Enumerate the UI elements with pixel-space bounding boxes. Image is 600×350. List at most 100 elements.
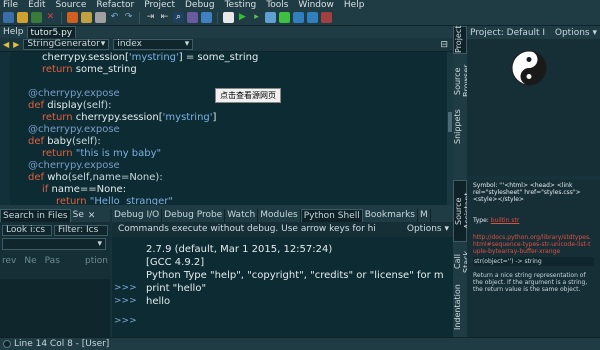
tab-source-assistant[interactable]: Source Assistant (453, 180, 472, 242)
tab-tutor5[interactable]: tutor5.py (26, 26, 77, 38)
tab-m[interactable]: M (418, 209, 431, 222)
tab-project[interactable]: Project (453, 26, 467, 54)
cut-icon[interactable] (67, 12, 78, 23)
forward-arrow-icon[interactable]: ▶ (13, 40, 19, 49)
search-icon[interactable]: ⌕ (173, 12, 184, 23)
tab-snippets[interactable]: Snippets (453, 108, 467, 146)
source-assistant-panel: Symbol: '''<html> <head> <link rel="styl… (467, 180, 600, 337)
options-menu[interactable]: Options ▾ (407, 224, 449, 234)
code-token: ] (212, 112, 217, 123)
tab-call-stack[interactable]: Call Stack (453, 244, 471, 280)
close-icon[interactable]: ✕ (45, 12, 56, 23)
indent-icon[interactable]: ⇥ (145, 12, 156, 23)
menu-window[interactable]: Window (298, 0, 334, 10)
toolbar-separator (61, 11, 62, 24)
signature: str(object='') -> string (473, 257, 594, 266)
tool-panel-tabs: Debug I/O Debug Probe Watch Modules Python S… (112, 209, 453, 222)
open-folder-icon[interactable] (17, 12, 28, 23)
chevron-down-icon: ▾ (97, 238, 102, 249)
menu-file[interactable]: File (3, 0, 18, 10)
menu-debug[interactable]: Debug (185, 0, 215, 10)
project-options[interactable]: Options ▾ (555, 28, 597, 38)
code-token: display (47, 100, 83, 111)
redo-icon[interactable]: ↷ (123, 12, 134, 23)
code-token: def (28, 136, 48, 147)
code-line: def baby(self): (14, 136, 444, 148)
previous-button[interactable]: rev (2, 256, 16, 266)
menu-tools[interactable]: Tools (266, 0, 288, 10)
menu-source[interactable]: Source (56, 0, 87, 10)
close-icon[interactable]: ✕ (88, 211, 96, 221)
tab-search-in-files[interactable]: Search in Files (0, 209, 71, 222)
outdent-icon[interactable]: ⇤ (159, 12, 170, 23)
status-bar: Line 14 Col 8 - [User] (0, 337, 600, 350)
debug-icon[interactable]: ▸ (251, 12, 262, 23)
tab-modules[interactable]: Modules (258, 209, 301, 222)
code-line: @cherrypy.expose (14, 124, 444, 136)
back-arrow-icon[interactable]: ◀ (3, 40, 9, 49)
code-token: @cherrypy.expose (28, 88, 120, 99)
symbol-selector[interactable]: index ▾ (113, 39, 194, 50)
scope-selector[interactable]: StringGenerator ▾ (23, 39, 110, 50)
copy-icon[interactable] (81, 12, 92, 23)
search-results[interactable] (0, 279, 110, 337)
tab-debug-probe[interactable]: Debug Probe (162, 209, 226, 222)
step-into-icon[interactable] (293, 12, 304, 23)
code-token: cherrypy.session[ (75, 112, 163, 123)
tab-debug-i-o[interactable]: Debug I/O (112, 209, 163, 222)
pause-button[interactable]: Pas (45, 256, 60, 266)
code-line: return "Hello stranger" (14, 196, 444, 205)
toolbar: ✕ ↶ ↷ ⇥ ⇤ ⌕ ▶ ▸ (0, 10, 600, 26)
tab-bookmarks[interactable]: Bookmarks (363, 209, 418, 222)
menu-edit[interactable]: Edit (28, 0, 45, 10)
scrollbar-thumb[interactable] (448, 112, 452, 132)
code-editor[interactable]: cherrypy.session['mystring'] = some_stri… (0, 52, 447, 205)
paste-icon[interactable] (95, 12, 106, 23)
docs-link[interactable]: http://docs.python.org/library/stdtypes.… (473, 234, 594, 255)
code-line: @cherrypy.expose (14, 160, 444, 172)
shell-prompt: >>> (114, 296, 137, 306)
cursor-position: Line 14 Col 8 - [User] (14, 339, 110, 349)
shell-prompt: >>> (114, 283, 137, 293)
undo-icon[interactable]: ↶ (109, 12, 120, 23)
goto-icon[interactable] (201, 12, 212, 23)
save-icon[interactable] (31, 12, 42, 23)
tab-watch[interactable]: Watch (225, 209, 259, 222)
options-button[interactable]: ption (85, 256, 108, 266)
run-icon[interactable]: ▶ (237, 12, 248, 23)
tab-indentation[interactable]: Indentation (453, 282, 467, 332)
code-line: return some_string (14, 64, 444, 76)
look-in-selector[interactable]: Look i:cs (2, 224, 52, 236)
find-icon[interactable] (187, 12, 198, 23)
tab-help[interactable]: Help (0, 26, 27, 38)
continue-icon[interactable] (279, 12, 290, 23)
code-token: (self): (71, 136, 101, 147)
step-out-icon[interactable] (307, 12, 318, 23)
shell-notice: Commands execute without debug. Use arro… (118, 224, 376, 234)
code-area[interactable]: cherrypy.session['mystring'] = some_stri… (14, 52, 444, 205)
new-file-icon[interactable] (3, 12, 14, 23)
stop-icon[interactable] (223, 12, 234, 23)
tab-python-shell[interactable]: Python Shell (300, 209, 363, 222)
code-token: (self): (82, 100, 112, 111)
code-token: who (47, 172, 68, 183)
python-shell[interactable]: >>> >>> >>> 2.7.9 (default, Mar 1 2015, … (112, 237, 453, 337)
code-token: name==None: (51, 184, 127, 195)
menu-refactor[interactable]: Refactor (96, 0, 134, 10)
menu-testing[interactable]: Testing (225, 0, 257, 10)
code-token: (self,name=None): (67, 172, 163, 183)
next-button[interactable]: Ne (24, 256, 36, 266)
filter-selector[interactable]: Filter: Ics (54, 224, 108, 236)
step-icon[interactable] (265, 12, 276, 23)
breakpoint-icon[interactable] (321, 12, 332, 23)
tab-source-browser[interactable]: Source Browser (453, 56, 471, 106)
menu-help[interactable]: Help (344, 0, 365, 10)
menu-project[interactable]: Project (144, 0, 175, 10)
tab-search[interactable]: Se (71, 209, 86, 222)
split-icon[interactable]: ⊟ (440, 40, 448, 50)
editor-tab-row: Help tutor5.py (0, 26, 453, 38)
type-link[interactable]: builtin str (491, 217, 520, 224)
search-input[interactable]: ▾ (2, 238, 106, 250)
project-options-label: Options (554, 27, 590, 38)
code-line: return cherrypy.session['mystring'] (14, 112, 444, 124)
